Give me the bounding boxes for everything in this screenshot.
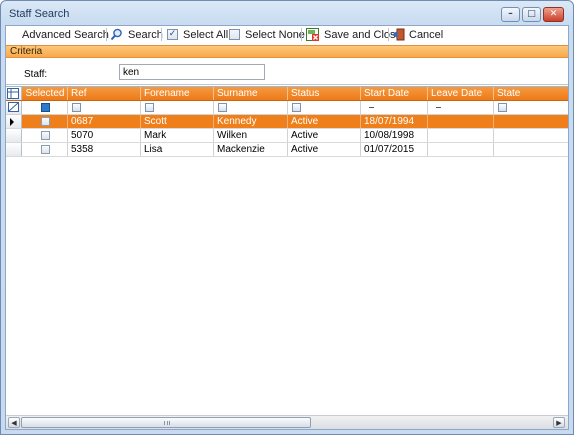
cell-ref[interactable]: 5358 <box>68 143 141 156</box>
client-area: Advanced Search Search ✓ Select All Sele… <box>5 25 569 430</box>
staff-search-window: Staff Search – □ ✕ Advanced Search Searc… <box>0 0 574 435</box>
filter-state[interactable] <box>494 101 568 114</box>
maximize-icon[interactable]: □ <box>522 7 541 22</box>
filter-icon[interactable] <box>292 103 301 112</box>
cell-state[interactable] <box>494 143 568 156</box>
column-header-ref[interactable]: Ref <box>68 87 141 100</box>
cell-status[interactable]: Active <box>288 129 361 142</box>
clear-filter-icon[interactable] <box>6 101 22 114</box>
cell-surname[interactable]: Wilken <box>214 129 288 142</box>
row-checkbox[interactable] <box>41 117 50 126</box>
date-filter-icon[interactable] <box>369 107 374 108</box>
row-selected-cell[interactable] <box>23 115 68 128</box>
filter-leave-date[interactable] <box>428 101 494 114</box>
column-header-forename[interactable]: Forename <box>141 87 214 100</box>
scroll-right-icon[interactable]: ▶ <box>553 417 565 428</box>
cell-status[interactable]: Active <box>288 143 361 156</box>
toolbar: Advanced Search Search ✓ Select All Sele… <box>6 26 568 44</box>
row-checkbox[interactable] <box>41 131 50 140</box>
column-header-status[interactable]: Status <box>288 87 361 100</box>
staff-grid: Selected Ref Forename Surname Status Sta… <box>6 86 568 412</box>
toolbar-separator <box>106 28 107 41</box>
search-icon[interactable] <box>110 28 123 41</box>
select-none-checkbox[interactable] <box>229 29 240 40</box>
table-row[interactable]: 0687 Scott Kennedy Active 18/07/1994 <box>6 115 568 129</box>
row-indicator[interactable] <box>6 129 22 142</box>
column-chooser-icon[interactable] <box>6 87 22 100</box>
grid-header-row: Selected Ref Forename Surname Status Sta… <box>6 87 568 101</box>
filter-surname[interactable] <box>214 101 288 114</box>
grip-icon <box>164 421 170 425</box>
row-checkbox[interactable] <box>41 145 50 154</box>
cell-leave-date[interactable] <box>428 129 494 142</box>
criteria-panel: Staff: <box>6 58 568 85</box>
cell-forename[interactable]: Lisa <box>141 143 214 156</box>
filter-selected[interactable] <box>23 101 68 114</box>
filter-start-date[interactable] <box>361 101 428 114</box>
select-all-checkbox[interactable]: ✓ <box>167 29 178 40</box>
advanced-search-button[interactable]: Advanced Search <box>22 28 109 42</box>
row-selected-cell[interactable] <box>23 143 68 156</box>
filter-icon[interactable] <box>498 103 507 112</box>
table-row[interactable]: 5070 Mark Wilken Active 10/08/1998 <box>6 129 568 143</box>
filter-forename[interactable] <box>141 101 214 114</box>
cell-status[interactable]: Active <box>288 115 361 128</box>
select-none-button[interactable]: Select None <box>245 28 305 42</box>
scroll-left-icon[interactable]: ◀ <box>8 417 20 428</box>
cancel-icon[interactable] <box>392 28 405 41</box>
save-and-close-button[interactable]: Save and Close <box>324 28 402 42</box>
select-all-button[interactable]: Select All <box>183 28 228 42</box>
toolbar-separator <box>301 28 302 41</box>
search-button[interactable]: Search <box>128 28 163 42</box>
filter-status[interactable] <box>288 101 361 114</box>
title-bar[interactable]: Staff Search – □ ✕ <box>1 1 573 27</box>
cell-start-date[interactable]: 18/07/1994 <box>361 115 428 128</box>
filter-icon[interactable] <box>218 103 227 112</box>
cell-start-date[interactable]: 10/08/1998 <box>361 129 428 142</box>
criteria-title: Criteria <box>10 46 43 57</box>
row-indicator[interactable] <box>6 143 22 156</box>
horizontal-scrollbar[interactable]: ◀ ▶ <box>6 415 568 429</box>
date-filter-icon[interactable] <box>436 107 441 108</box>
cell-start-date[interactable]: 01/07/2015 <box>361 143 428 156</box>
toolbar-separator <box>388 28 389 41</box>
cell-forename[interactable]: Scott <box>141 115 214 128</box>
filter-icon[interactable] <box>145 103 154 112</box>
criteria-header[interactable]: Criteria <box>6 45 568 58</box>
cell-ref[interactable]: 0687 <box>68 115 141 128</box>
column-header-state[interactable]: State <box>494 87 568 100</box>
scrollbar-thumb[interactable] <box>21 417 311 428</box>
filter-icon[interactable] <box>72 103 81 112</box>
row-selected-cell[interactable] <box>23 129 68 142</box>
save-close-icon[interactable] <box>306 28 319 41</box>
current-row-arrow-icon <box>10 118 14 126</box>
filter-row <box>6 101 568 115</box>
staff-label: Staff: <box>24 69 48 80</box>
column-header-leave-date[interactable]: Leave Date <box>428 87 494 100</box>
column-header-start-date[interactable]: Start Date <box>361 87 428 100</box>
cell-state[interactable] <box>494 129 568 142</box>
filter-ref[interactable] <box>68 101 141 114</box>
window-title: Staff Search <box>9 8 70 20</box>
table-row[interactable]: 5358 Lisa Mackenzie Active 01/07/2015 <box>6 143 568 157</box>
cell-surname[interactable]: Kennedy <box>214 115 288 128</box>
column-header-selected[interactable]: Selected <box>23 87 68 100</box>
cancel-button[interactable]: Cancel <box>409 28 443 42</box>
filter-selected-checkbox[interactable] <box>41 103 50 112</box>
column-header-surname[interactable]: Surname <box>214 87 288 100</box>
cell-state[interactable] <box>494 115 568 128</box>
cell-leave-date[interactable] <box>428 143 494 156</box>
minimize-icon[interactable]: – <box>501 7 520 22</box>
close-icon[interactable]: ✕ <box>543 7 564 22</box>
cell-forename[interactable]: Mark <box>141 129 214 142</box>
cell-surname[interactable]: Mackenzie <box>214 143 288 156</box>
staff-input[interactable] <box>119 64 265 80</box>
cell-leave-date[interactable] <box>428 115 494 128</box>
toolbar-separator <box>161 28 162 41</box>
cell-ref[interactable]: 5070 <box>68 129 141 142</box>
row-indicator[interactable] <box>6 115 22 128</box>
